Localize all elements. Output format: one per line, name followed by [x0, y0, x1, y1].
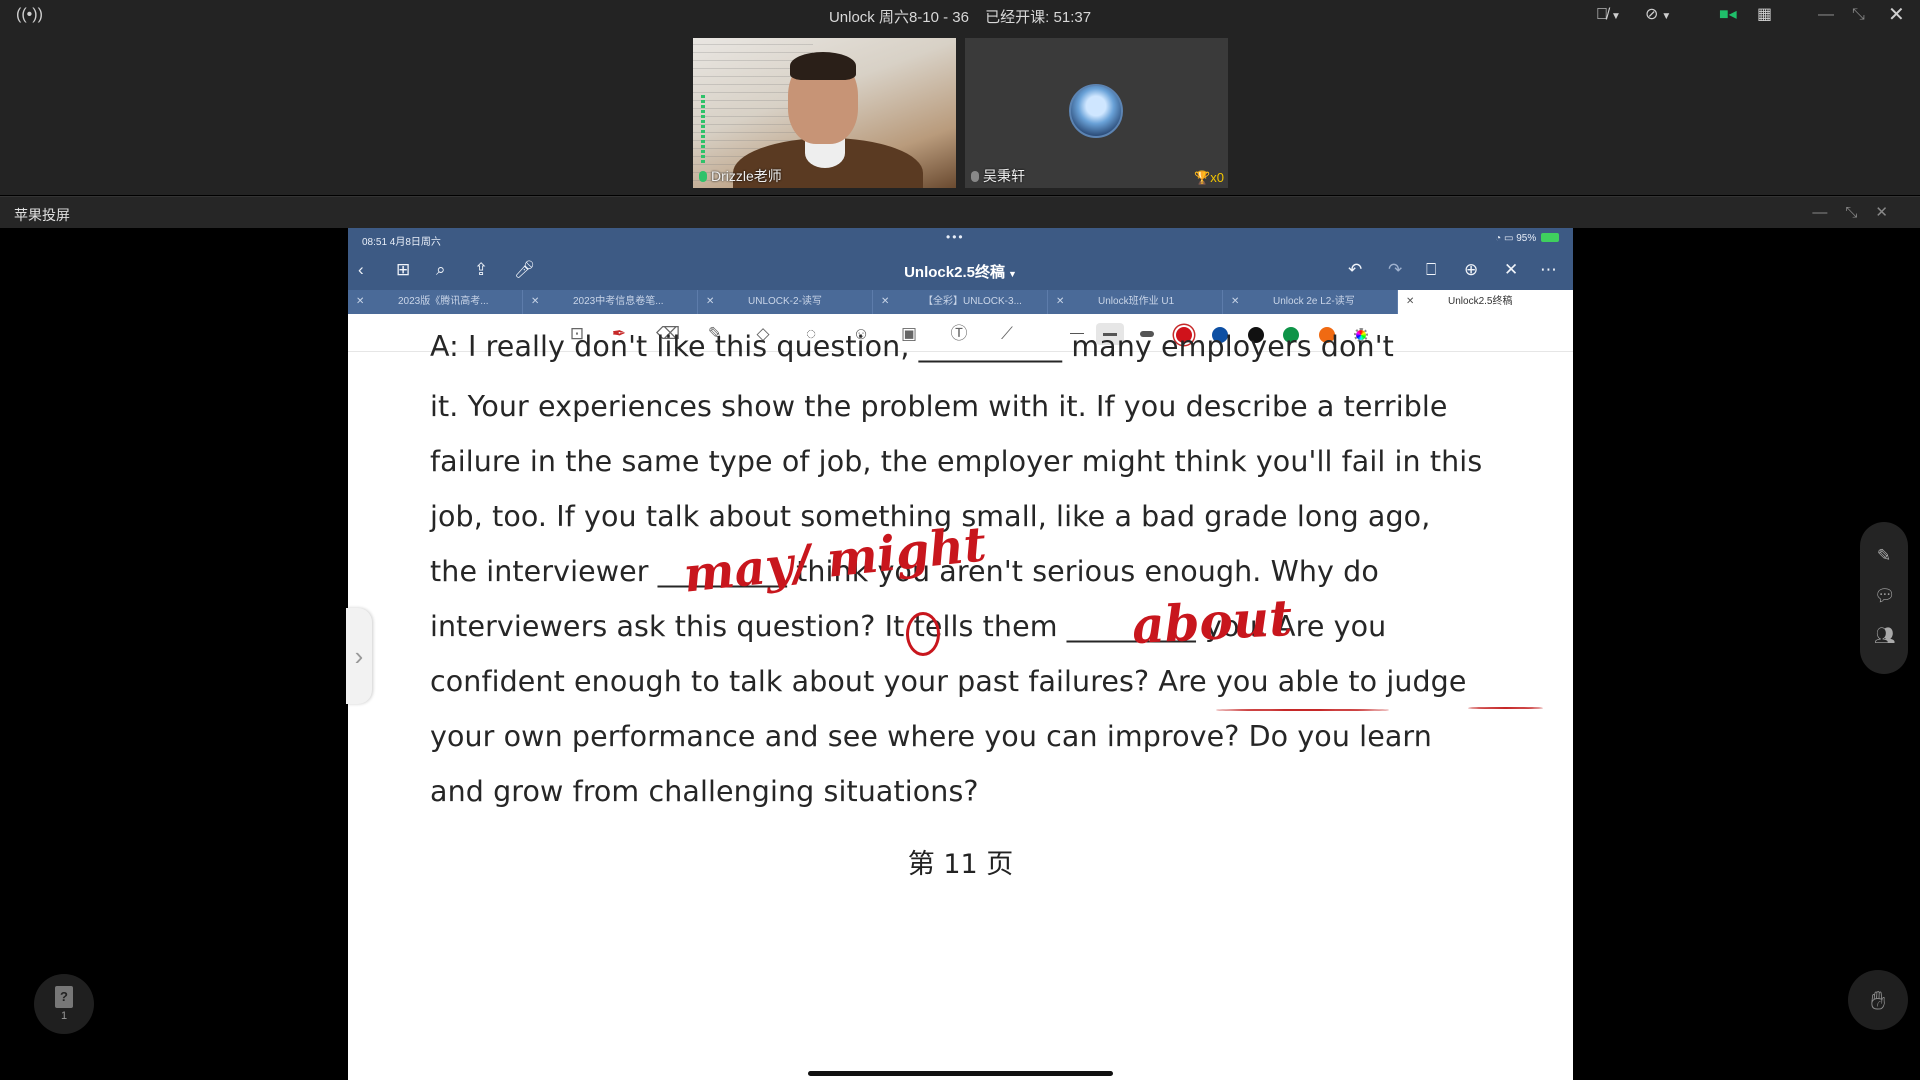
underline-mark — [1216, 709, 1389, 711]
document-page[interactable]: A: I really don't like this question, __… — [348, 330, 1573, 1080]
raise-hand-button[interactable]: ✋︎ — [1848, 970, 1908, 1030]
document-tabs: ✕ 2023版《腾讯高考... ✕ 2023中考信息卷笔... ✕ UNLOCK-2-… — [348, 290, 1573, 314]
tab-document[interactable]: ✕ 2023中考信息卷笔... — [523, 290, 698, 314]
underline-mark — [1468, 707, 1543, 709]
redo-icon[interactable]: ↷ — [1388, 260, 1402, 280]
participant-name: 吴秉轩 — [971, 166, 1025, 186]
users-icon[interactable]: 👥︎ — [1874, 626, 1896, 646]
undo-icon[interactable]: ↶ — [1348, 260, 1362, 280]
grid-layout-button[interactable]: ▦ — [1757, 5, 1772, 27]
document-count: 1 — [60, 1010, 68, 1022]
document-icon: ? — [55, 986, 73, 1008]
tab-document[interactable]: ✕ 【全彩】UNLOCK-3... — [873, 290, 1048, 314]
close-tab-icon[interactable]: ✕ — [881, 290, 889, 314]
close-tab-icon[interactable]: ✕ — [1231, 290, 1239, 314]
text-line: failure in the same type of job, the emp… — [430, 445, 1483, 478]
close-icon[interactable]: ✕ — [1875, 204, 1906, 221]
tab-document-active[interactable]: ✕ Unlock2.5终稿 — [1398, 290, 1573, 314]
close-button[interactable]: ✕ — [1888, 5, 1905, 27]
close-icon: ✕ — [1888, 4, 1905, 26]
participant-name: Drizzle老师 — [699, 166, 782, 186]
wifi-icon: ◔ ▭ — [1495, 233, 1517, 244]
close-tab-icon[interactable]: ✕ — [706, 290, 714, 314]
close-tab-icon[interactable]: ✕ — [356, 290, 364, 314]
hand-icon: ✋︎ — [1870, 985, 1886, 1015]
circled-word-mark — [906, 612, 940, 656]
home-indicator[interactable] — [808, 1071, 1113, 1076]
mic-on-icon — [699, 171, 707, 182]
close-tab-icon[interactable]: ✕ — [1406, 290, 1414, 314]
speaker-off-icon: ⊘ — [1645, 6, 1659, 23]
audio-level-meter — [701, 93, 705, 163]
text-line: your own performance and see where you c… — [430, 720, 1432, 753]
restore-icon[interactable]: ⤡ — [1845, 204, 1875, 221]
ipad-status-bar: 08:51 4月8日周六 ••• ◔ ▭ 95% — [348, 228, 1573, 250]
share-window-controls: —⤡✕ — [1812, 203, 1906, 221]
document-nav-bar: ‹ ⊞ ⌕ ⇪ 🎤︎ Unlock2.5终稿 ▼ ↶ ↷ ⎕ ⊕ ✕ ⋯ — [348, 250, 1573, 290]
mic-off-icon — [971, 171, 979, 182]
bookmark-icon[interactable]: ⎕ — [1426, 260, 1436, 280]
tab-document[interactable]: ✕ Unlock 2e L2-读写 — [1223, 290, 1398, 314]
restore-icon: ⤡ — [1852, 6, 1865, 23]
text-line: A: I really don't like this question, __… — [430, 330, 1394, 363]
chevron-right-icon: › — [354, 641, 364, 671]
more-icon[interactable]: ⋯ — [1540, 260, 1557, 280]
minimize-button[interactable]: — — [1818, 5, 1834, 27]
side-tool-panel: ✎ 💬︎ 👥︎ — [1860, 522, 1908, 674]
chevron-down-icon: ▼ — [1661, 11, 1672, 22]
page-panel-handle[interactable]: › — [346, 608, 372, 704]
tab-document[interactable]: ✕ UNLOCK-2-读写 — [698, 290, 873, 314]
close-tab-icon[interactable]: ✕ — [1056, 290, 1064, 314]
text-line: confident enough to talk about your past… — [430, 665, 1467, 698]
minimize-icon[interactable]: — — [1812, 204, 1845, 221]
mic-mute-toggle[interactable]: 🎙̸ ▼ — [1596, 5, 1621, 27]
speaker-mute-toggle[interactable]: ⊘ ▼ — [1645, 5, 1671, 27]
restore-button[interactable]: ⤡ — [1852, 5, 1865, 27]
class-name: Unlock 周六8-10 - 36 — [828, 9, 969, 26]
chat-icon[interactable]: 💬︎ — [1874, 586, 1896, 606]
battery-status: ◔ ▭ 95% — [1495, 233, 1559, 244]
tab-document[interactable]: ✕ Unlock班作业 U1 — [1048, 290, 1223, 314]
trophy-count: 🏆x0 — [1194, 170, 1224, 185]
share-title: 苹果投屏 — [14, 207, 70, 223]
minimize-icon: — — [1818, 6, 1834, 23]
close-tab-icon[interactable]: ✕ — [531, 290, 539, 314]
handwritten-answer: about — [1130, 587, 1294, 656]
mic-off-icon: 🎙̸ — [1596, 6, 1608, 23]
avatar — [1069, 84, 1123, 138]
video-tile-student[interactable]: 吴秉轩 🏆x0 — [965, 38, 1228, 188]
add-page-icon[interactable]: ⊕ — [1464, 260, 1478, 280]
elapsed-time: 已经开课: 51:37 — [985, 9, 1092, 26]
grid-icon: ▦ — [1757, 6, 1773, 23]
chevron-down-icon: ▼ — [1611, 11, 1621, 22]
video-camera-icon: ■◂ — [1719, 6, 1737, 23]
status-time: 08:51 4月8日周六 — [362, 237, 441, 248]
trophy-icon: 🏆 — [1194, 170, 1211, 185]
text-line: it. Your experiences show the problem wi… — [430, 390, 1448, 423]
meeting-top-bar: ((•)) Unlock 周六8-10 - 36 已经开课: 51:37 🎙̸ ▼… — [0, 0, 1920, 195]
battery-icon — [1541, 233, 1559, 242]
ipad-screen: 08:51 4月8日周六 ••• ◔ ▭ 95% ‹ ⊞ ⌕ ⇪ 🎤︎ Unlo… — [348, 228, 1573, 1080]
chevron-down-icon: ▼ — [1007, 269, 1017, 279]
document-list-button[interactable]: ? 1 — [34, 974, 94, 1034]
text-line: and grow from challenging situations? — [430, 775, 979, 808]
multitask-dots-icon[interactable]: ••• — [946, 230, 965, 244]
tab-document[interactable]: ✕ 2023版《腾讯高考... — [348, 290, 523, 314]
teacher-hair — [790, 52, 856, 80]
screen-share-header: 苹果投屏 —⤡✕ — [0, 196, 1920, 228]
meeting-title: Unlock 周六8-10 - 36 已经开课: 51:37 — [0, 6, 1920, 27]
camera-button[interactable]: ■◂ — [1719, 5, 1737, 27]
page-number: 第 11 页 — [907, 849, 1014, 880]
close-document-icon[interactable]: ✕ — [1504, 260, 1518, 280]
edit-icon[interactable]: ✎ — [1874, 546, 1894, 566]
video-tile-teacher[interactable]: Drizzle老师 — [693, 38, 956, 188]
